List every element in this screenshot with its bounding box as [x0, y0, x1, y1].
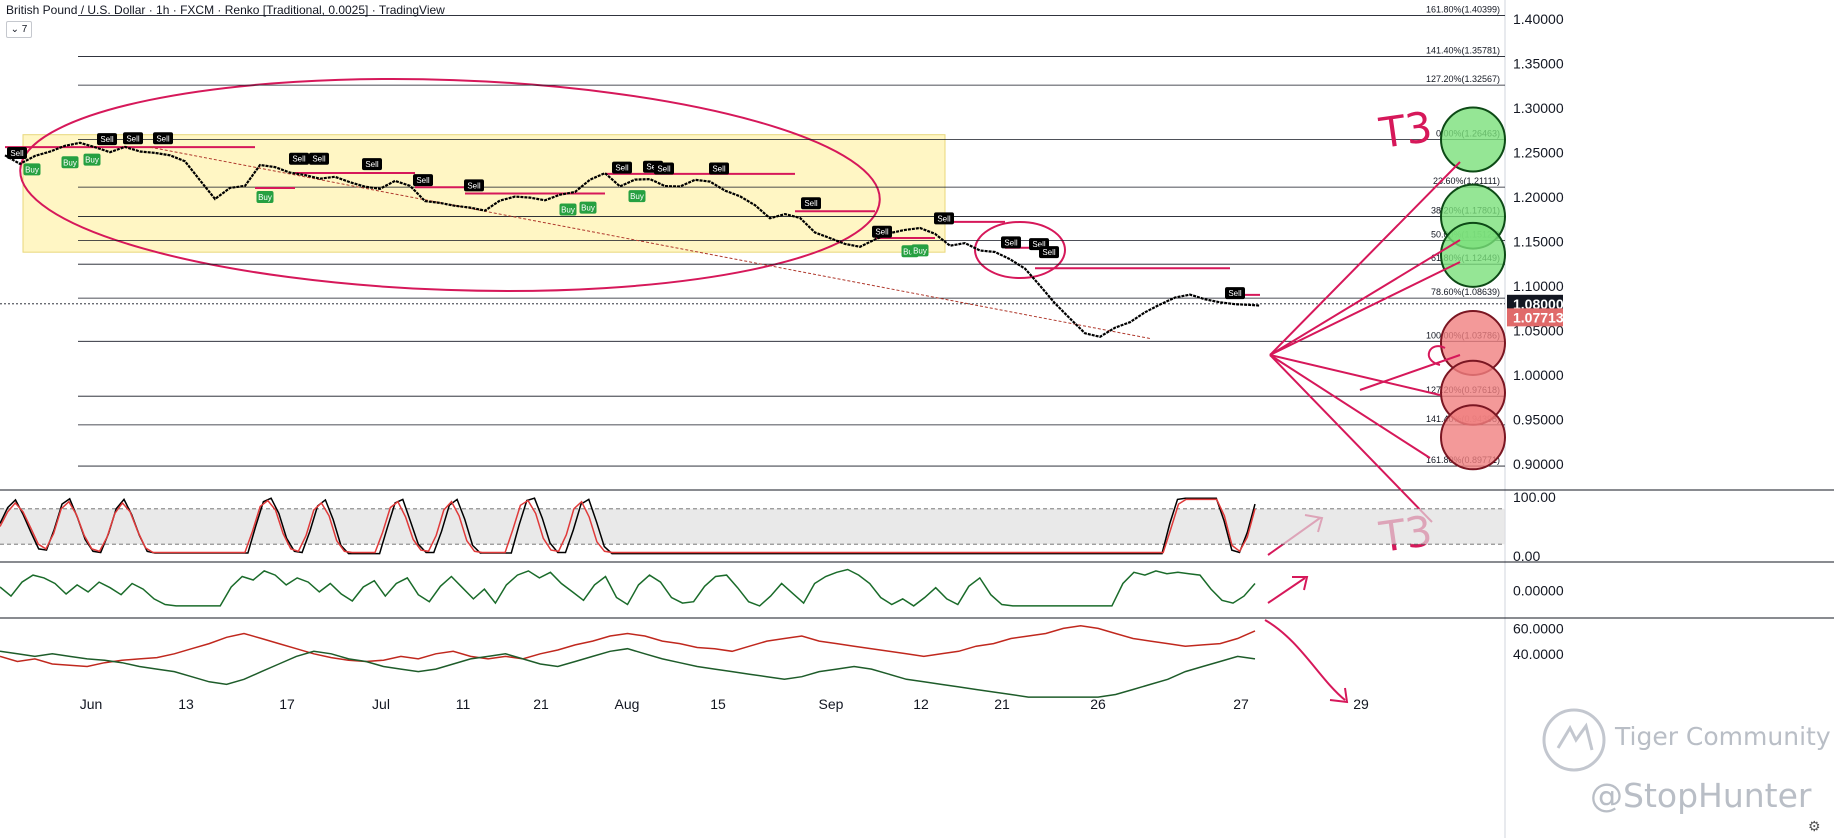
y-tick-label: 1.40000	[1513, 11, 1564, 27]
x-tick-label: 27	[1233, 696, 1249, 712]
buy-signal-label: Buy	[561, 205, 575, 214]
x-tick-label: 29	[1353, 696, 1369, 712]
stochastic-panel: 100.00 0.00	[0, 489, 1556, 564]
dmi-down-arrow	[1264, 619, 1349, 704]
bullish-target-zone	[1440, 221, 1506, 288]
projection-arrow	[1269, 354, 1431, 459]
buy-signal-label: Buy	[630, 192, 644, 201]
fib-level-label: 141.40%(1.35781)	[1426, 46, 1500, 56]
momentum-panel: 0.00000	[0, 568, 1564, 607]
y-tick-label: 1.30000	[1513, 100, 1564, 116]
chart-stage[interactable]: British Pound / U.S. Dollar · 1h · FXCM …	[0, 0, 1834, 838]
sell-signal-label: Sell	[467, 181, 481, 190]
panel-y-tick-label: 0.00000	[1513, 583, 1564, 599]
x-tick-label: 15	[710, 696, 726, 712]
momentum-up-arrow	[1267, 576, 1309, 604]
overbought-oversold-band	[0, 508, 1505, 545]
buy-signal-label: Buy	[25, 165, 39, 174]
sell-signal-label: Sell	[875, 228, 889, 237]
buy-signal-label: Buy	[85, 156, 99, 165]
buy-signal-label: Buy	[258, 193, 272, 202]
sell-signal-label: Sell	[615, 164, 629, 173]
price-label: 1.07713	[1513, 309, 1564, 325]
x-tick-label: Aug	[615, 696, 640, 712]
sell-signal-label: Sell	[10, 149, 24, 158]
sell-signal-label: Sell	[657, 165, 671, 174]
y-tick-label: 0.90000	[1513, 456, 1564, 472]
panel-y-tick-label: 100.00	[1513, 489, 1556, 505]
buy-signal-label: Buy	[63, 158, 77, 167]
x-tick-label: 11	[456, 696, 471, 712]
x-tick-label: Jun	[80, 696, 103, 712]
sell-signal-label: Sell	[292, 155, 306, 164]
projection-arrow	[1269, 354, 1441, 396]
x-tick-label: 26	[1090, 696, 1106, 712]
y-tick-label: 1.15000	[1513, 234, 1564, 250]
sell-signal-label: Sell	[712, 165, 726, 174]
x-tick-label: 13	[178, 696, 194, 712]
tiger-logo-icon	[1542, 708, 1606, 772]
buy-signal-label: Buy	[581, 204, 595, 213]
zone-layer	[19, 77, 1066, 293]
panel-y-tick-label: 60.0000	[1513, 620, 1564, 636]
settings-gear-icon[interactable]: ⚙	[1808, 818, 1821, 835]
x-tick-label: Jul	[372, 696, 390, 712]
x-tick-label: 21	[994, 696, 1010, 712]
y-tick-label: 1.10000	[1513, 278, 1564, 294]
sell-signal-label: Sell	[156, 134, 170, 143]
axis-layer: 1.40000 1.35000 1.30000 1.25000 1.20000 1.150…	[80, 11, 1564, 712]
fib-level-label: 161.80%(1.40399)	[1426, 4, 1500, 14]
x-tick-label: Sep	[819, 696, 844, 712]
sell-signal-label: Sell	[416, 176, 430, 185]
fib-level-label: 127.20%(1.32567)	[1426, 74, 1500, 84]
sell-signal-label: Sell	[365, 160, 379, 169]
bearish-target-zone	[1440, 404, 1506, 471]
y-tick-label: 1.00000	[1513, 367, 1564, 383]
t3-upper-annotation: T3	[1376, 102, 1436, 158]
x-tick-label: 21	[533, 696, 549, 712]
oscillator-series	[0, 647, 1256, 698]
panel-y-tick-label: 40.0000	[1513, 646, 1564, 662]
bullish-target-zone	[1440, 106, 1506, 173]
sell-signal-label: Sell	[1004, 238, 1018, 247]
projection-arrow	[1269, 354, 1433, 523]
panel-y-tick-label: 0.00	[1513, 548, 1540, 564]
oscillator-series	[0, 625, 1256, 668]
sell-signal-label: Sell	[126, 134, 140, 143]
annotation-layer: T3T3	[1264, 102, 1506, 704]
sell-signal-label: Sell	[100, 135, 114, 144]
sell-signal-label: Sell	[937, 214, 951, 223]
fib-level-label: 78.60%(1.08639)	[1431, 287, 1500, 297]
y-tick-label: 1.20000	[1513, 189, 1564, 205]
watermark-handle: @StopHunter	[1590, 776, 1812, 815]
sell-signal-label: Sell	[312, 155, 326, 164]
sell-signal-label: Sell	[804, 199, 818, 208]
x-tick-label: 12	[913, 696, 929, 712]
y-tick-label: 1.25000	[1513, 145, 1564, 161]
y-tick-label: 1.35000	[1513, 56, 1564, 72]
oscillator-series	[0, 568, 1256, 607]
buy-signal-label: Buy	[913, 246, 927, 255]
x-tick-label: 17	[279, 696, 295, 712]
y-tick-label: 0.95000	[1513, 412, 1564, 428]
sell-signal-label: Sell	[1042, 248, 1056, 257]
watermark-community: Tiger Community	[1615, 722, 1831, 751]
sell-signal-label: Sell	[1228, 289, 1242, 298]
